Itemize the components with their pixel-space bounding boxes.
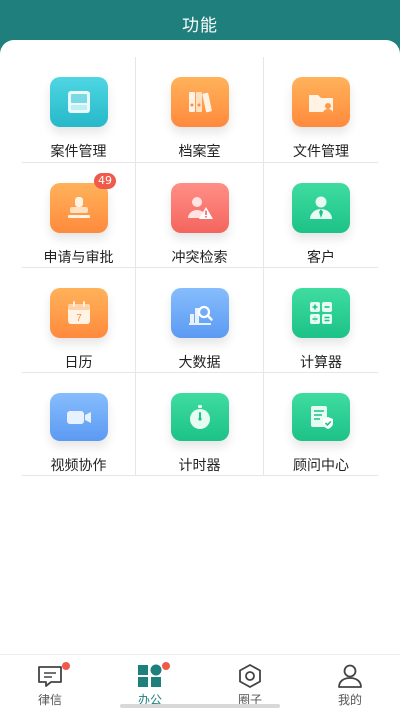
office-grid-icon bbox=[138, 664, 162, 687]
grid-item-label: 客户 bbox=[307, 250, 335, 266]
grid-item-label: 档案室 bbox=[178, 144, 221, 160]
binders-icon bbox=[170, 77, 229, 127]
grid-item-big-data[interactable]: 大数据 bbox=[136, 268, 264, 373]
grid-item-advisor-center[interactable]: 顾问中心 bbox=[264, 373, 378, 476]
notification-dot bbox=[62, 662, 70, 670]
user-icon bbox=[338, 664, 362, 688]
grid-item-archive-room[interactable]: 档案室 bbox=[136, 57, 264, 163]
tab-circle[interactable]: 圈子 bbox=[200, 655, 300, 711]
folder-user-icon bbox=[292, 77, 350, 127]
grid-item-calculator[interactable]: 计算器 bbox=[264, 268, 378, 373]
grid-item-calendar[interactable]: 7 日历 bbox=[22, 268, 136, 373]
grid-item-conflict-search[interactable]: 冲突检索 bbox=[136, 163, 264, 268]
grid-item-clients[interactable]: 客户 bbox=[264, 163, 378, 268]
tab-office[interactable]: 办公 bbox=[100, 655, 200, 711]
grid-item-timer[interactable]: 计时器 bbox=[136, 373, 264, 476]
video-camera-icon bbox=[49, 393, 108, 441]
grid-item-label: 冲突检索 bbox=[171, 250, 228, 266]
function-panel: 案件管理 档案室 文件管理 49 申请与审批 冲突检索 客户 7 日历 大数据 … bbox=[0, 40, 400, 711]
data-search-icon bbox=[170, 288, 229, 338]
grid-item-label: 日历 bbox=[64, 355, 93, 371]
calendar-icon: 7 bbox=[49, 288, 108, 338]
chat-icon bbox=[38, 666, 62, 687]
grid-item-label: 申请与审批 bbox=[43, 250, 114, 266]
grid-item-label: 大数据 bbox=[178, 355, 221, 371]
function-grid: 案件管理 档案室 文件管理 49 申请与审批 冲突检索 客户 7 日历 大数据 … bbox=[22, 57, 378, 476]
tab-label: 我的 bbox=[337, 693, 362, 707]
grid-item-video-collaboration[interactable]: 视频协作 bbox=[22, 373, 136, 476]
user-warning-icon bbox=[170, 183, 229, 233]
grid-item-label: 文件管理 bbox=[293, 144, 349, 160]
hexagon-icon bbox=[239, 663, 261, 689]
tab-label: 律信 bbox=[37, 693, 62, 707]
calendar-day-number: 7 bbox=[76, 313, 82, 324]
tab-mine[interactable]: 我的 bbox=[300, 655, 400, 711]
home-indicator bbox=[120, 704, 280, 708]
grid-item-label: 案件管理 bbox=[50, 144, 107, 160]
person-tie-icon bbox=[292, 183, 350, 233]
page-title: 功能 bbox=[182, 15, 218, 36]
document-shield-icon bbox=[292, 393, 350, 441]
tab-lvxin[interactable]: 律信 bbox=[0, 655, 100, 711]
stamp-icon bbox=[49, 183, 108, 233]
calculator-icon bbox=[292, 288, 350, 338]
grid-item-label: 视频协作 bbox=[50, 458, 107, 474]
bottom-tab-bar: 律信 办公 圈子 我的 bbox=[0, 654, 400, 711]
inbox-tray-icon bbox=[49, 77, 108, 127]
notification-badge: 49 bbox=[94, 173, 116, 189]
grid-item-application-approval[interactable]: 49 申请与审批 bbox=[22, 163, 136, 268]
grid-item-case-management[interactable]: 案件管理 bbox=[22, 57, 136, 163]
grid-item-label: 顾问中心 bbox=[293, 458, 349, 474]
grid-item-label: 计时器 bbox=[178, 458, 221, 474]
stopwatch-icon bbox=[170, 393, 229, 441]
grid-item-file-management[interactable]: 文件管理 bbox=[264, 57, 378, 163]
notification-dot bbox=[162, 662, 170, 670]
grid-item-label: 计算器 bbox=[300, 355, 342, 371]
